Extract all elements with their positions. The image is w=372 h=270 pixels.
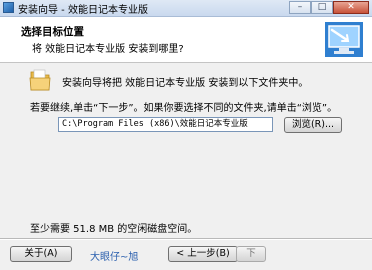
brand-text: 大眼仔~旭 bbox=[90, 252, 139, 263]
close-button[interactable]: ✕ bbox=[333, 1, 369, 14]
page-title: 选择目标位置 bbox=[21, 26, 84, 38]
continue-hint-text: 若要继续,单击“下一步”。如果你要选择不同的文件夹,请单击“浏览”。 bbox=[30, 103, 338, 114]
installer-logo-icon bbox=[325, 22, 363, 57]
wizard-header: 选择目标位置 将 效能日记本专业版 安装到哪里? bbox=[0, 17, 372, 63]
install-path-field[interactable]: C:\Program Files (x86)\效能日记本专业版 bbox=[58, 117, 273, 132]
browse-button[interactable]: 浏览(R)... bbox=[284, 117, 342, 133]
about-button[interactable]: 关于(A) bbox=[10, 246, 72, 262]
minimize-button[interactable]: – bbox=[289, 1, 311, 14]
disk-space-text: 至少需要 51.8 MB 的空闲磁盘空间。 bbox=[30, 224, 198, 235]
folder-icon bbox=[29, 69, 51, 91]
install-intro-text: 安装向导将把 效能日记本专业版 安装到以下文件夹中。 bbox=[62, 78, 309, 89]
window-controls: – □ ✕ bbox=[289, 1, 369, 14]
window-title: 安装向导 - 效能日记本专业版 bbox=[18, 5, 148, 16]
footer-divider bbox=[0, 238, 372, 240]
next-button[interactable]: 下 bbox=[236, 246, 266, 262]
page-subtitle: 将 效能日记本专业版 安装到哪里? bbox=[32, 44, 184, 55]
title-bar: 安装向导 - 效能日记本专业版 – □ ✕ bbox=[0, 0, 372, 17]
maximize-button[interactable]: □ bbox=[311, 1, 333, 14]
back-button[interactable]: < 上一步(B) bbox=[168, 246, 238, 262]
app-icon bbox=[3, 2, 14, 13]
